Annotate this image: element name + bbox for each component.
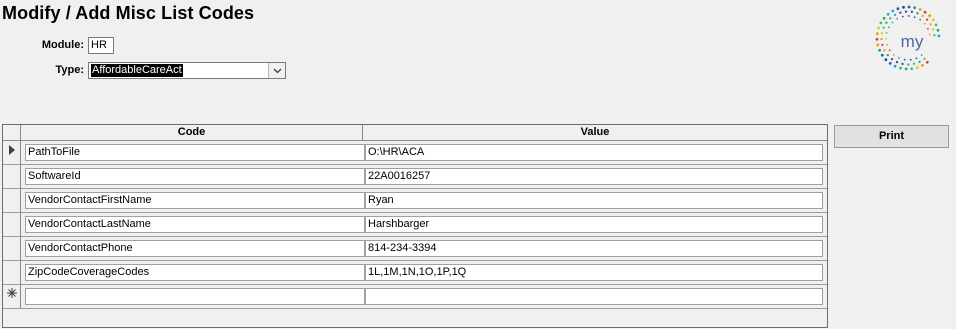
new-record-asterisk-icon: [7, 288, 17, 298]
column-header-code[interactable]: Code: [21, 125, 363, 140]
print-button[interactable]: Print: [834, 125, 949, 148]
table-row[interactable]: VendorContactLastName Harshbarger: [3, 213, 827, 237]
module-label: Module:: [41, 39, 84, 51]
value-cell[interactable]: 814-234-3394: [365, 240, 823, 257]
table-row[interactable]: SoftwareId 22A0016257: [3, 165, 827, 189]
row-selector[interactable]: [3, 237, 21, 260]
value-cell[interactable]: 1L,1M,1N,1O,1P,1Q: [365, 264, 823, 281]
value-cell[interactable]: Ryan: [365, 192, 823, 209]
value-cell[interactable]: O:\HR\ACA: [365, 144, 823, 161]
new-row[interactable]: [3, 285, 827, 309]
record-pointer-icon: [9, 145, 15, 155]
column-header-value[interactable]: Value: [363, 125, 827, 140]
row-selector[interactable]: [3, 141, 21, 164]
codes-grid: Code Value PathToFile O:\HR\ACA SoftwareId…: [2, 124, 828, 328]
header-corner: [3, 125, 21, 140]
table-row[interactable]: VendorContactPhone 814-234-3394: [3, 237, 827, 261]
module-field[interactable]: HR: [88, 37, 114, 54]
code-cell[interactable]: PathToFile: [25, 144, 365, 161]
page-title: Modify / Add Misc List Codes: [2, 3, 255, 23]
logo-text: my: [901, 32, 924, 51]
table-row[interactable]: PathToFile O:\HR\ACA: [3, 141, 827, 165]
code-cell[interactable]: VendorContactFirstName: [25, 192, 365, 209]
chevron-down-icon[interactable]: [268, 63, 285, 78]
row-selector[interactable]: [3, 213, 21, 236]
type-selected-value: AffordableCareAct: [91, 64, 183, 77]
grid-header: Code Value: [3, 125, 827, 141]
row-selector[interactable]: [3, 165, 21, 188]
code-cell[interactable]: VendorContactPhone: [25, 240, 365, 257]
row-selector[interactable]: [3, 189, 21, 212]
type-dropdown[interactable]: AffordableCareAct: [88, 62, 286, 79]
company-logo: my: [875, 5, 941, 71]
row-selector[interactable]: [3, 261, 21, 284]
code-cell[interactable]: [25, 288, 365, 305]
code-cell[interactable]: ZipCodeCoverageCodes: [25, 264, 365, 281]
value-cell[interactable]: [365, 288, 823, 305]
row-selector[interactable]: [3, 285, 21, 308]
code-cell[interactable]: VendorContactLastName: [25, 216, 365, 233]
value-cell[interactable]: Harshbarger: [365, 216, 823, 233]
type-label: Type:: [55, 64, 84, 76]
table-row[interactable]: VendorContactFirstName Ryan: [3, 189, 827, 213]
value-cell[interactable]: 22A0016257: [365, 168, 823, 185]
code-cell[interactable]: SoftwareId: [25, 168, 365, 185]
table-row[interactable]: ZipCodeCoverageCodes 1L,1M,1N,1O,1P,1Q: [3, 261, 827, 285]
